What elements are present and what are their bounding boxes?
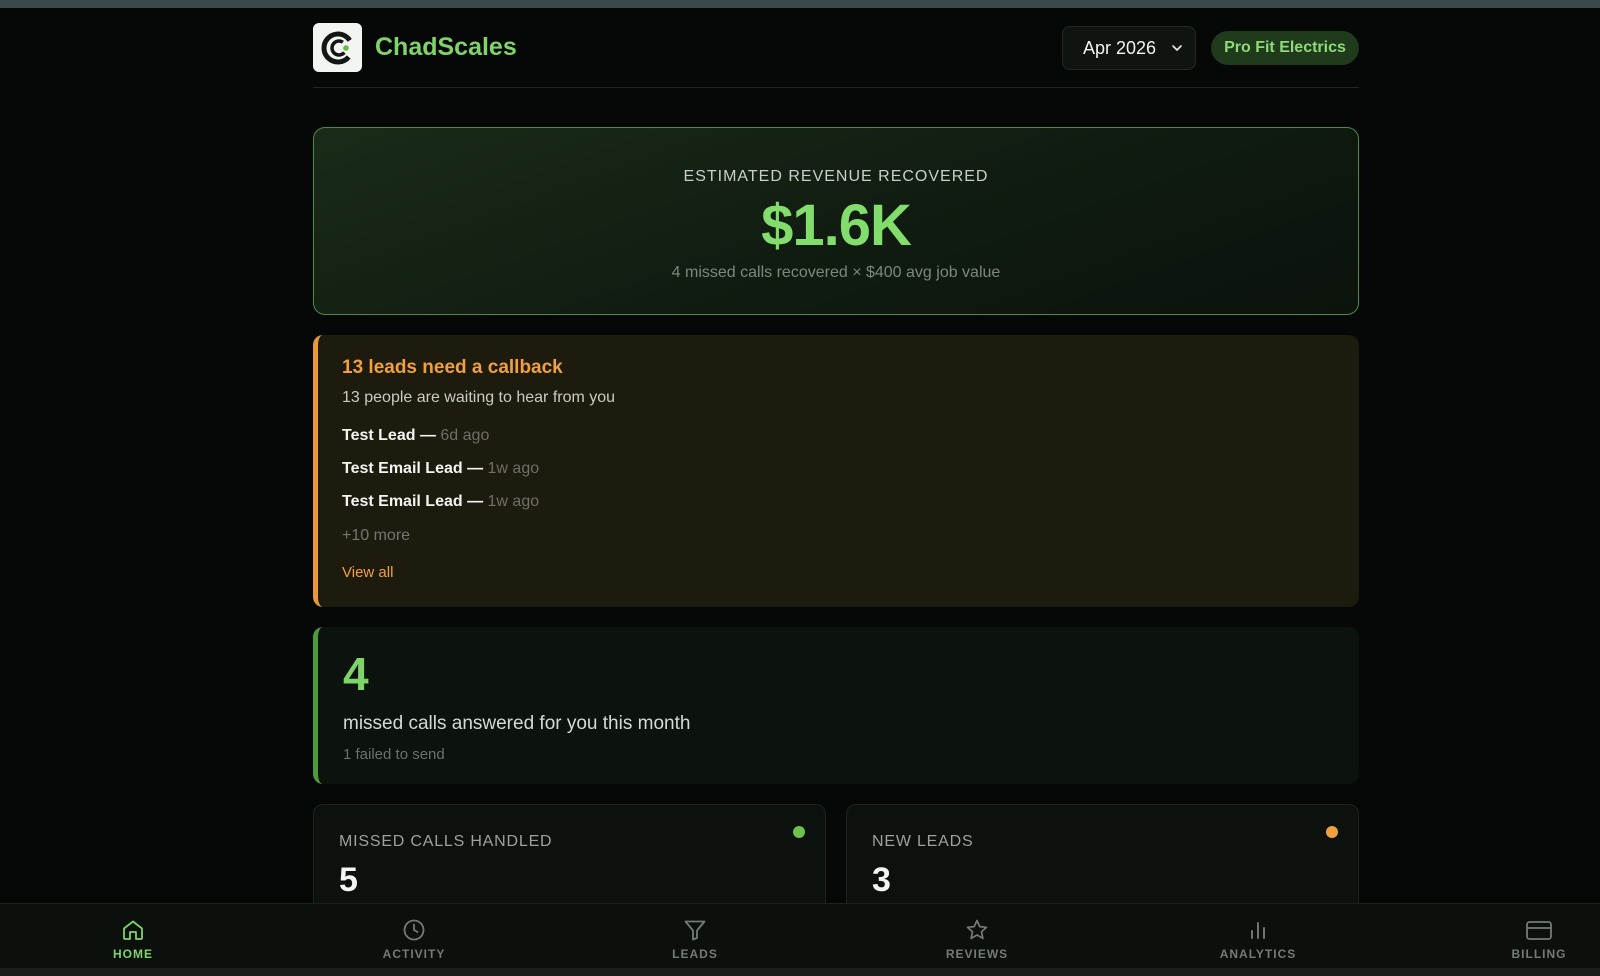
- home-icon: [123, 920, 143, 940]
- failed-send-note: 1 failed to send: [343, 746, 445, 763]
- nav-label: LEADS: [672, 947, 718, 961]
- callback-subtitle: 13 people are waiting to hear from you: [342, 389, 616, 406]
- revenue-subtitle: 4 missed calls recovered × $400 avg job …: [671, 264, 1001, 281]
- company-badge[interactable]: Pro Fit Electrics: [1211, 31, 1359, 65]
- more-leads-count: +10 more: [342, 527, 411, 544]
- callback-alert-card: 13 leads need a callback 13 people are w…: [313, 335, 1359, 607]
- nav-label: ANALYTICS: [1219, 947, 1297, 961]
- window-top-strip: [0, 0, 1600, 8]
- revenue-value: $1.6K: [761, 193, 912, 258]
- lead-item[interactable]: Test Email Lead — 1w ago: [342, 460, 539, 478]
- month-select-value: Apr 2026: [1083, 37, 1157, 58]
- lead-age: 1w ago: [487, 493, 540, 510]
- nav-reviews[interactable]: REVIEWS: [917, 904, 1037, 969]
- lead-age: 1w ago: [487, 460, 540, 477]
- month-select[interactable]: Apr 2026: [1062, 26, 1196, 70]
- nav-label: BILLING: [1511, 947, 1567, 961]
- lead-name: Test Email Lead —: [342, 493, 484, 510]
- lead-age: 6d ago: [440, 427, 490, 444]
- nav-activity[interactable]: ACTIVITY: [354, 904, 474, 969]
- status-dot: [1326, 826, 1338, 838]
- missed-calls-count: 4: [343, 648, 369, 700]
- lead-name: Test Lead —: [342, 427, 436, 444]
- revenue-card: ESTIMATED REVENUE RECOVERED $1.6K 4 miss…: [313, 127, 1359, 315]
- nav-label: REVIEWS: [945, 947, 1009, 961]
- logo[interactable]: [313, 23, 362, 72]
- nav-billing[interactable]: BILLING: [1479, 904, 1599, 969]
- window-bottom-strip: [0, 968, 1600, 976]
- lead-item[interactable]: Test Lead — 6d ago: [342, 427, 489, 445]
- stat-value: 5: [339, 861, 358, 899]
- nav-home[interactable]: HOME: [73, 904, 193, 969]
- nav-leads[interactable]: LEADS: [635, 904, 755, 969]
- lead-name: Test Email Lead —: [342, 460, 484, 477]
- stat-value: 3: [872, 861, 891, 899]
- status-dot: [793, 826, 805, 838]
- nav-label: ACTIVITY: [382, 947, 446, 961]
- star-icon: [966, 919, 988, 940]
- nav-label: HOME: [113, 947, 153, 961]
- logo-mark-icon: [321, 31, 354, 64]
- nav-analytics[interactable]: ANALYTICS: [1198, 904, 1318, 969]
- chevron-down-icon: [1172, 45, 1182, 51]
- bottom-nav: HOME ACTIVITY LEADS REVIEWS ANALYTICS BI…: [0, 903, 1600, 968]
- missed-calls-text: missed calls answered for you this month: [343, 713, 691, 734]
- dashboard-page: ChadScales Apr 2026 Pro Fit Electrics ES…: [0, 8, 1600, 968]
- filter-icon: [684, 920, 706, 941]
- revenue-label: ESTIMATED REVENUE RECOVERED: [683, 168, 989, 185]
- brand-name[interactable]: ChadScales: [375, 33, 517, 62]
- credit-card-icon: [1526, 921, 1552, 940]
- lead-item[interactable]: Test Email Lead — 1w ago: [342, 493, 539, 511]
- callback-title: 13 leads need a callback: [342, 357, 563, 378]
- stat-label: NEW LEADS: [872, 833, 974, 850]
- app-header: ChadScales Apr 2026 Pro Fit Electrics: [313, 23, 1359, 88]
- bar-chart-icon: [1251, 922, 1265, 939]
- view-all-link[interactable]: View all: [342, 564, 393, 581]
- stat-label: MISSED CALLS HANDLED: [339, 833, 553, 850]
- missed-calls-card: 4 missed calls answered for you this mon…: [313, 627, 1359, 784]
- clock-icon: [403, 919, 425, 941]
